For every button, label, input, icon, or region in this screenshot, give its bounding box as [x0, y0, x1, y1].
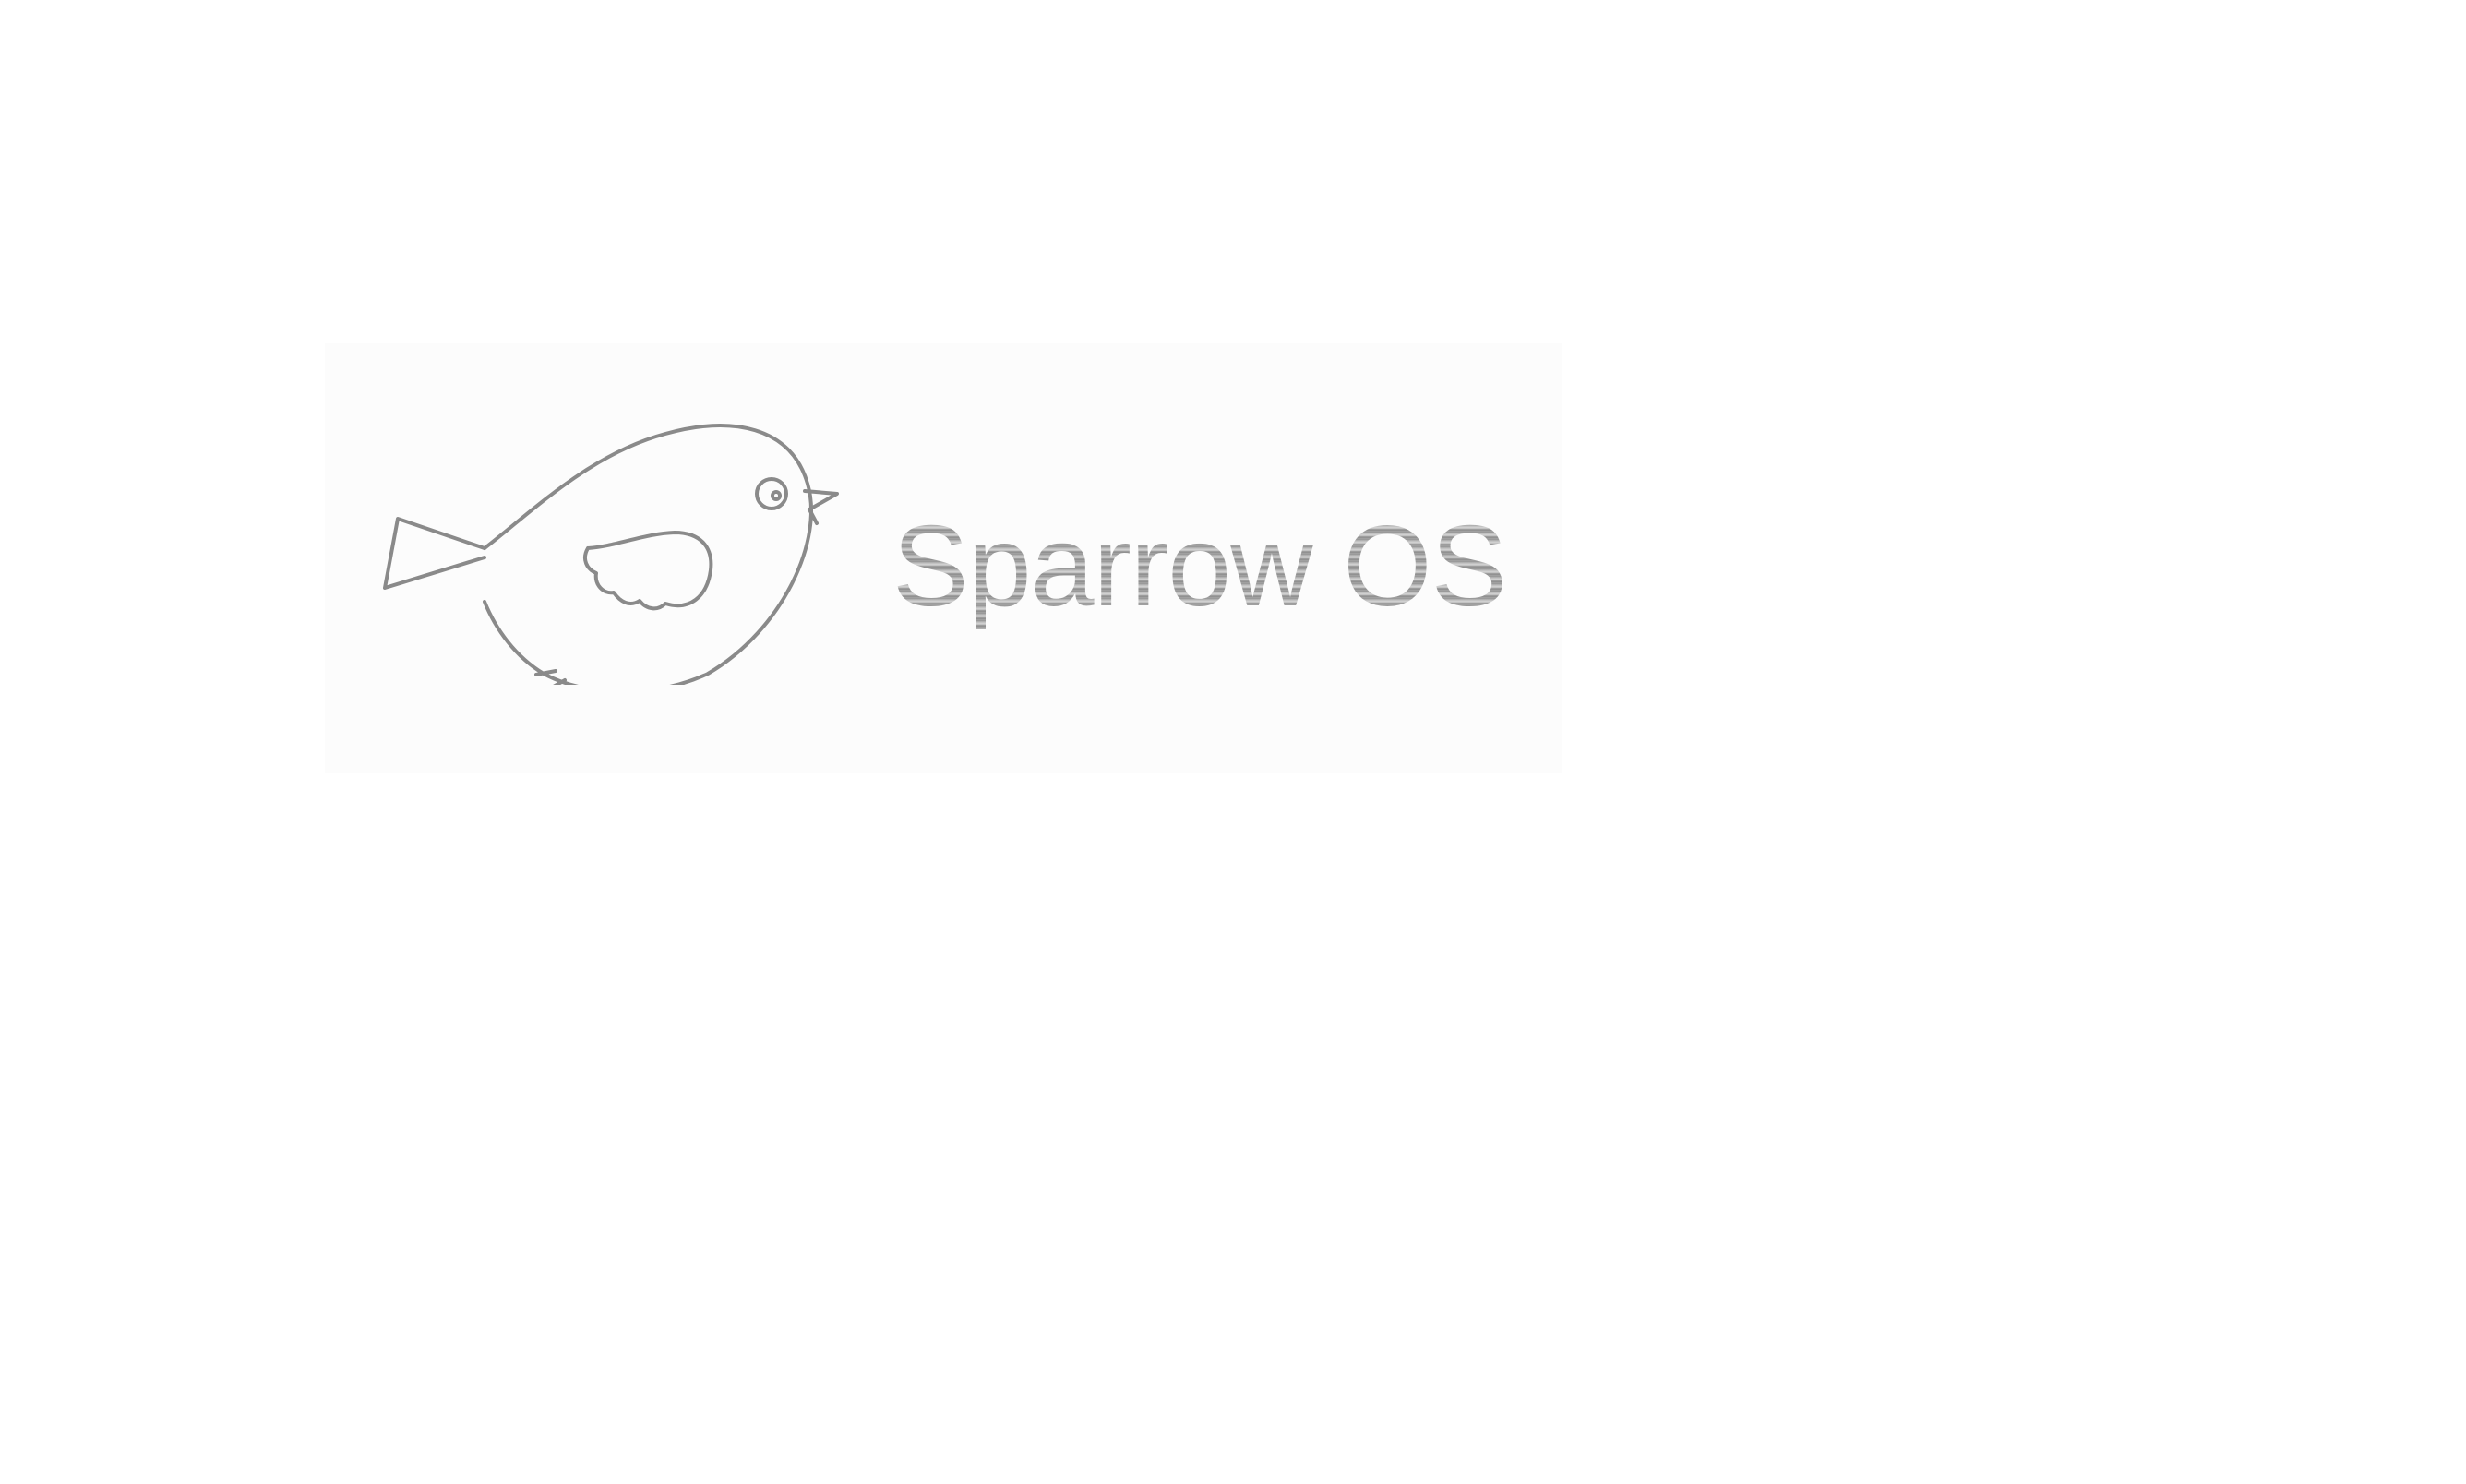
sparrow-bird-icon [376, 380, 902, 685]
brand-name: Sparrow OS [892, 503, 1507, 630]
logo-panel: Sparrow OS [325, 343, 1562, 773]
splash-screen: Sparrow OS [0, 0, 2466, 1484]
